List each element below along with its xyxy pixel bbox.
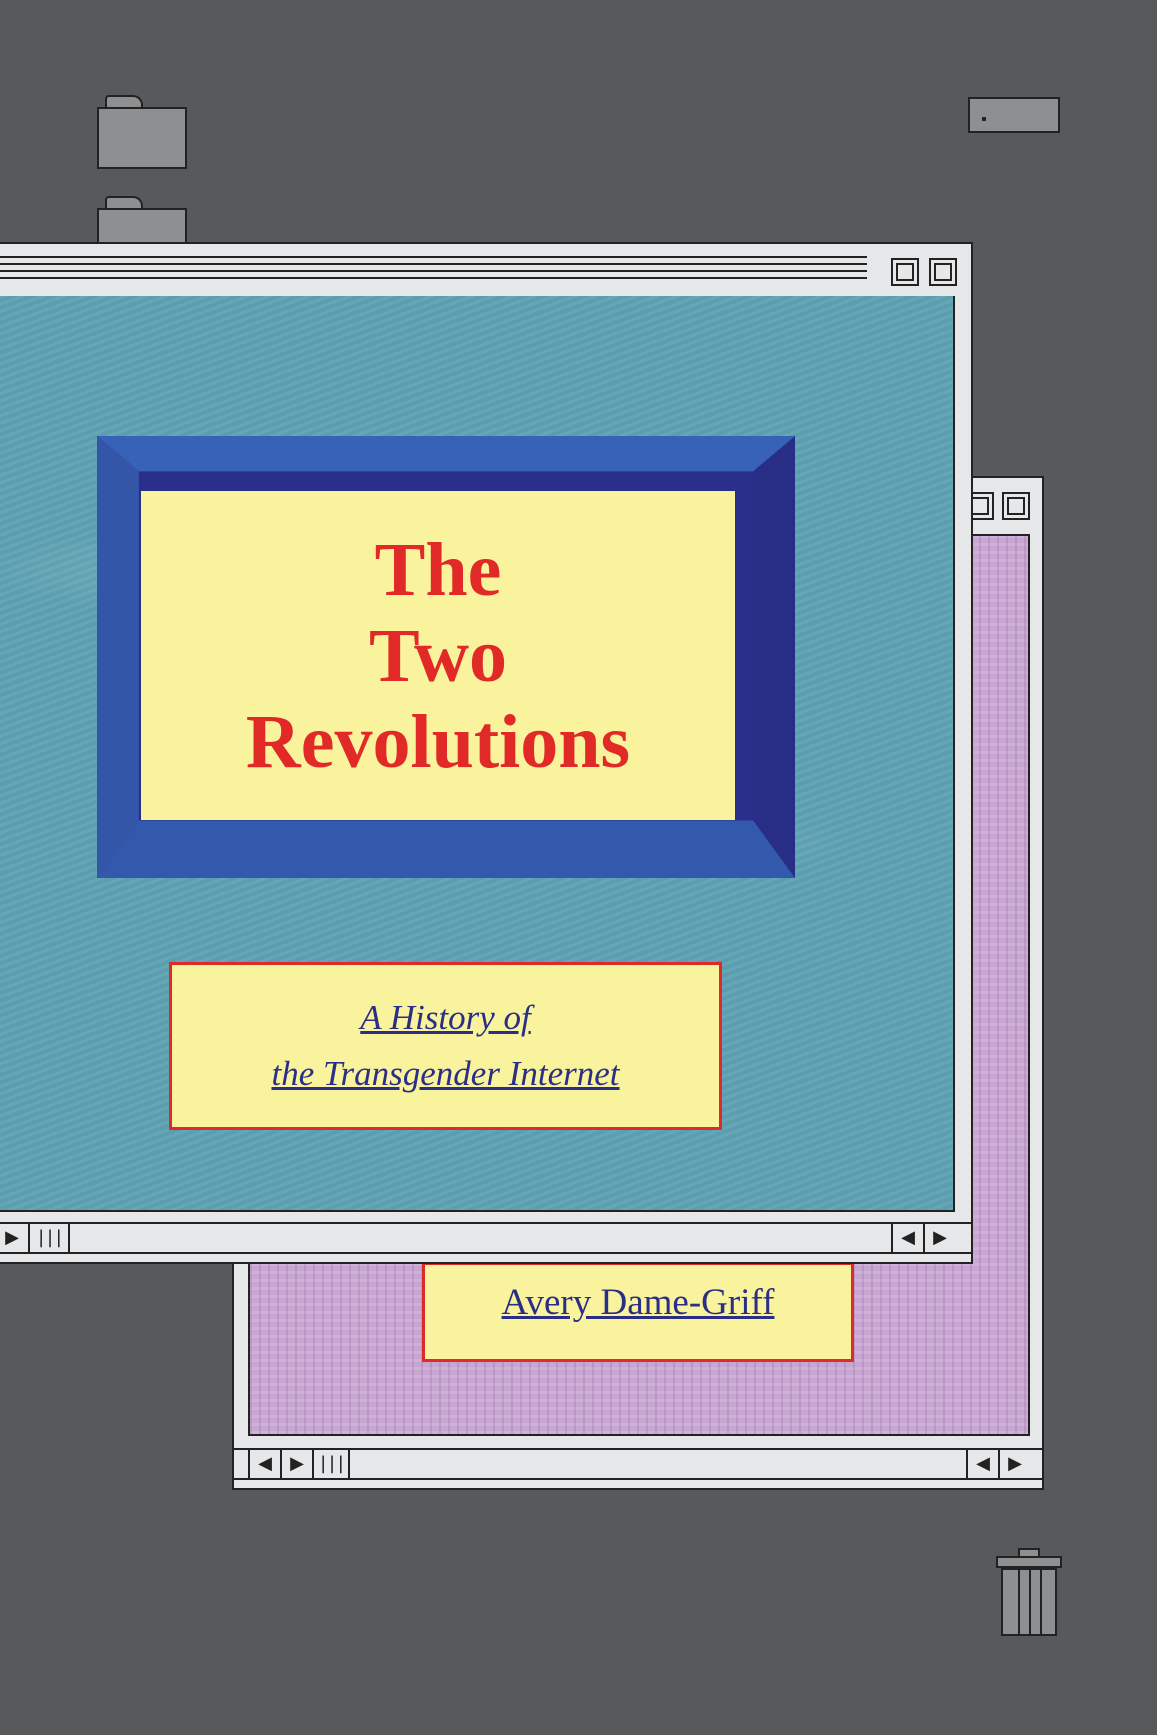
teal-window-scrollbar[interactable]: ▶ ||| ◀ ▶ — [0, 1214, 971, 1262]
arrow-left-icon[interactable]: ◀ — [248, 1450, 280, 1478]
title-line-2: Two — [369, 613, 507, 698]
trash-icon[interactable] — [996, 1546, 1062, 1636]
arrow-right-icon[interactable]: ▶ — [998, 1450, 1030, 1478]
window-control-icon[interactable] — [891, 258, 919, 286]
scroll-grip-icon[interactable]: ||| — [312, 1450, 348, 1478]
subtitle-line-1[interactable]: A History of — [360, 990, 530, 1046]
subtitle-line-2[interactable]: the Transgender Internet — [271, 1046, 619, 1102]
arrow-left-icon[interactable]: ◀ — [891, 1224, 923, 1252]
title-frame: The Two Revolutions — [97, 436, 795, 878]
title-panel: The Two Revolutions — [141, 491, 735, 820]
subtitle-panel: A History of the Transgender Internet — [169, 962, 722, 1130]
teal-window-titlebar[interactable] — [0, 244, 971, 292]
arrow-right-icon[interactable]: ▶ — [280, 1450, 312, 1478]
arrow-left-icon[interactable]: ◀ — [966, 1450, 998, 1478]
title-line-3: Revolutions — [245, 699, 631, 784]
window-control-icon[interactable] — [1002, 492, 1030, 520]
hard-drive-icon[interactable] — [968, 97, 1060, 133]
window-control-icon[interactable] — [929, 258, 957, 286]
arrow-right-icon[interactable]: ▶ — [923, 1224, 955, 1252]
arrow-right-icon[interactable]: ▶ — [0, 1224, 28, 1252]
scroll-grip-icon[interactable]: ||| — [28, 1224, 68, 1252]
folder-icon[interactable] — [97, 95, 187, 169]
author-panel: Avery Dame-Griff — [422, 1262, 854, 1362]
purple-window-scrollbar[interactable]: ◀ ▶ ||| ◀ ▶ — [234, 1440, 1042, 1488]
title-stripes — [0, 256, 867, 284]
title-line-1: The — [374, 527, 502, 612]
author-name[interactable]: Avery Dame-Griff — [502, 1281, 775, 1324]
